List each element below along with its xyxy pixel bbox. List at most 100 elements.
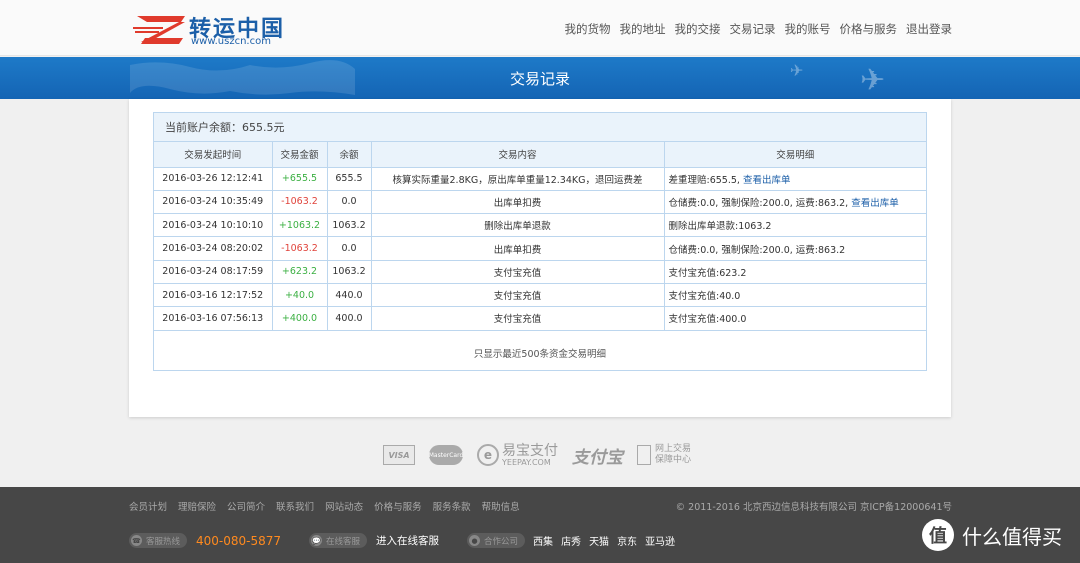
page-title: 交易记录 (509, 70, 570, 88)
col-amount: 交易金额 (272, 142, 328, 168)
footer-links: 会员计划 理赔保险 公司简介 联系我们 网站动态 价格与服务 服务条款 帮助信息 (129, 499, 520, 513)
yeepay-icon: e (477, 444, 499, 466)
cell-balance: 1063.2 (327, 260, 372, 284)
footer-link-terms[interactable]: 服务条款 (433, 499, 471, 513)
payment-logos: VISA MasterCard e 易宝支付 YEEPAY.COM 支付宝 网上… (383, 442, 691, 468)
phone-icon: ☎ (131, 535, 142, 546)
cell-content: 出库单扣费 (371, 190, 665, 215)
cell-time: 2016-03-24 08:17:59 (154, 260, 273, 284)
table-row: 2016-03-24 08:20:02 -1063.2 0.0 出库单扣费 仓储… (154, 236, 926, 261)
cell-balance: 0.0 (327, 190, 372, 215)
footer-link-help[interactable]: 帮助信息 (482, 499, 520, 513)
safety-line-2: 保障中心 (655, 455, 692, 465)
footer-link-membership[interactable]: 会员计划 (129, 499, 167, 513)
mastercard-logo: MasterCard (429, 445, 463, 465)
footer-contact-row: ☎ 客服热线 400-080-5877 💬 在线客服 进入在线客服 ● 合作公司… (129, 533, 675, 548)
hotline-badge: ☎ 客服热线 (129, 533, 188, 548)
table-header-row: 交易发起时间 交易金额 余额 交易内容 交易明细 (154, 142, 926, 168)
page-banner: ✈ ✈ 交易记录 (0, 57, 1080, 99)
footer-link-news[interactable]: 网站动态 (325, 499, 363, 513)
footer-link-pricing[interactable]: 价格与服务 (374, 499, 422, 513)
cell-content: 支付宝充值 (371, 260, 665, 284)
nav-transactions[interactable]: 交易记录 (730, 21, 776, 37)
cell-balance: 1063.2 (327, 213, 372, 238)
cell-amount: -1063.2 (272, 236, 328, 261)
partners-icon: ● (469, 535, 481, 546)
main-nav: 我的货物 我的地址 我的交接 交易记录 我的账号 价格与服务 退出登录 (565, 21, 953, 37)
copyright: © 2011-2016 北京西边信息科技有限公司 京ICP备12000641号 (675, 502, 952, 513)
online-service-label: 在线客服 (326, 536, 361, 547)
main-panel: 当前账户余额：655.5元 交易发起时间 交易金额 余额 交易内容 交易明细 2… (129, 99, 951, 417)
nav-my-handover[interactable]: 我的交接 (675, 21, 721, 37)
watermark: 值 什么值得买 (922, 519, 1062, 551)
shield-icon (637, 445, 651, 465)
partners-label: 合作公司 (484, 536, 519, 547)
transaction-table: 交易发起时间 交易金额 余额 交易内容 交易明细 2016-03-26 12:1… (154, 142, 926, 331)
yeepay-logo: e 易宝支付 YEEPAY.COM (477, 444, 558, 467)
watermark-icon: 值 (922, 519, 954, 551)
cell-balance: 440.0 (327, 283, 372, 308)
cell-detail: 仓储费:0.0, 强制保险:200.0, 运费:863.2, 查看出库单 (664, 190, 926, 215)
cell-content: 支付宝充值 (371, 283, 665, 308)
cell-content: 出库单扣费 (371, 236, 665, 261)
cell-time: 2016-03-24 08:20:02 (154, 236, 273, 261)
table-row: 2016-03-24 08:17:59 +623.2 1063.2 支付宝充值 … (154, 260, 926, 284)
cell-balance: 0.0 (327, 236, 372, 261)
cell-detail: 支付宝充值:400.0 (664, 306, 926, 331)
nav-my-goods[interactable]: 我的货物 (565, 21, 611, 37)
partner-jd[interactable]: 京东 (617, 533, 637, 548)
partners-badge: ● 合作公司 (467, 533, 526, 548)
hotline-number: 400-080-5877 (196, 533, 282, 548)
online-service-link[interactable]: 进入在线客服 (376, 533, 439, 548)
cell-content: 支付宝充值 (371, 306, 665, 331)
nav-my-account[interactable]: 我的账号 (785, 21, 831, 37)
alipay-logo: 支付宝 (572, 447, 623, 468)
partner-dianxiu[interactable]: 店秀 (561, 533, 581, 548)
cell-amount: -1063.2 (272, 190, 328, 215)
cell-detail: 支付宝充值:40.0 (664, 283, 926, 308)
yeepay-domain: YEEPAY.COM (502, 457, 551, 467)
yeepay-name: 易宝支付 (502, 442, 558, 459)
cell-time: 2016-03-26 12:12:41 (154, 167, 273, 191)
table-row: 2016-03-16 07:56:13 +400.0 400.0 支付宝充值 支… (154, 306, 926, 331)
cell-detail: 支付宝充值:623.2 (664, 260, 926, 284)
cell-balance: 655.5 (327, 167, 372, 191)
partner-tmall[interactable]: 天猫 (589, 533, 609, 548)
nav-logout[interactable]: 退出登录 (906, 21, 952, 37)
partner-xiji[interactable]: 西集 (533, 533, 553, 548)
table-row: 2016-03-24 10:10:10 +1063.2 1063.2 删除出库单… (154, 213, 926, 238)
cell-content: 核算实际重量2.8KG，原出库单重量12.34KG，退回运费差 (371, 167, 665, 191)
hotline-label: 客服热线 (146, 536, 181, 547)
col-time: 交易发起时间 (154, 142, 273, 168)
table-row: 2016-03-24 10:35:49 -1063.2 0.0 出库单扣费 仓储… (154, 190, 926, 215)
col-detail: 交易明细 (664, 142, 926, 168)
view-outbound-link[interactable]: 查看出库单 (851, 198, 899, 209)
site-footer: 会员计划 理赔保险 公司简介 联系我们 网站动态 价格与服务 服务条款 帮助信息… (0, 487, 1080, 563)
logo-z-icon (133, 16, 185, 44)
footer-link-about[interactable]: 公司简介 (227, 499, 265, 513)
cell-time: 2016-03-16 12:17:52 (154, 283, 273, 308)
footer-link-insurance[interactable]: 理赔保险 (178, 499, 216, 513)
visa-logo: VISA (383, 445, 415, 465)
nav-my-address[interactable]: 我的地址 (620, 21, 666, 37)
table-row: 2016-03-16 12:17:52 +40.0 440.0 支付宝充值 支付… (154, 283, 926, 308)
cell-detail: 仓储费:0.0, 强制保险:200.0, 运费:863.2 (664, 236, 926, 261)
cell-time: 2016-03-16 07:56:13 (154, 306, 273, 331)
detail-text: 差重理赔:655.5, (668, 174, 740, 186)
cell-time: 2016-03-24 10:35:49 (154, 190, 273, 215)
footer-link-contact[interactable]: 联系我们 (276, 499, 314, 513)
cell-balance: 400.0 (327, 306, 372, 331)
table-row: 2016-03-26 12:12:41 +655.5 655.5 核算实际重量2… (154, 167, 926, 191)
cell-amount: +400.0 (272, 306, 328, 331)
cell-amount: +1063.2 (272, 213, 328, 238)
partner-links: 西集 店秀 天猫 京东 亚马逊 (533, 533, 675, 548)
logo-url: www.uszcn.com (191, 36, 271, 47)
trade-safety-logo: 网上交易 保障中心 (637, 444, 691, 466)
site-logo[interactable]: 转运中国 www.uszcn.com (133, 10, 293, 50)
view-outbound-link[interactable]: 查看出库单 (743, 175, 791, 186)
nav-pricing[interactable]: 价格与服务 (840, 21, 898, 37)
cell-amount: +40.0 (272, 283, 328, 308)
chat-icon: 💬 (311, 535, 323, 546)
partner-amazon[interactable]: 亚马逊 (645, 533, 675, 548)
cell-content: 删除出库单退款 (371, 213, 665, 238)
